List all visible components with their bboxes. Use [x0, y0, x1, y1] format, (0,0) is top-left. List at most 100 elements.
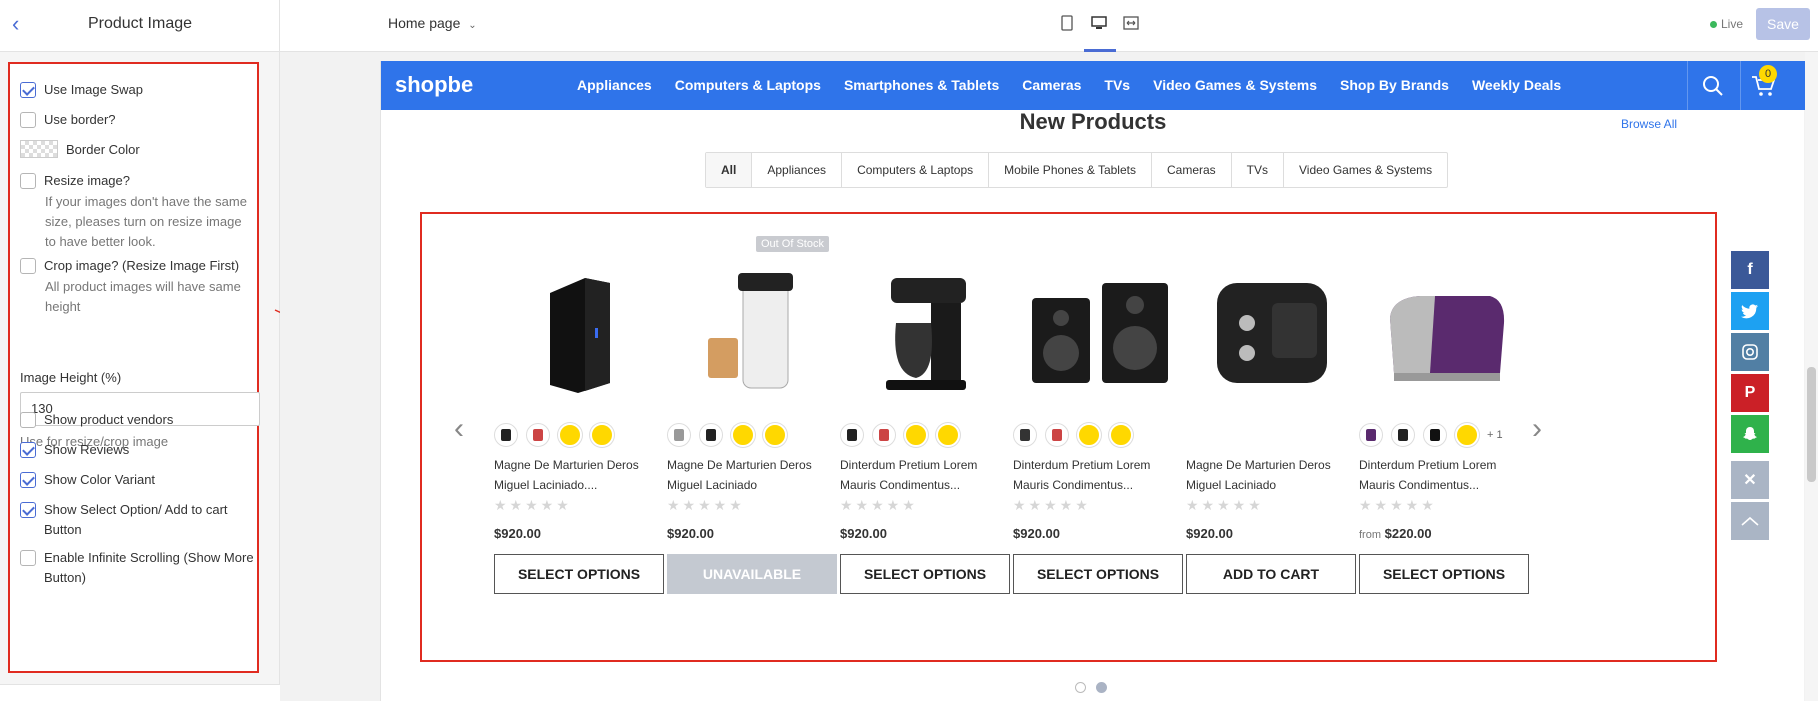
- store-logo[interactable]: shopbe: [395, 72, 473, 98]
- swatch[interactable]: [840, 423, 864, 447]
- product-card[interactable]: Magne De Marturien Deros Miguel Laciniad…: [1186, 214, 1362, 659]
- product-image[interactable]: [500, 258, 660, 408]
- swatch[interactable]: [1391, 423, 1415, 447]
- product-name[interactable]: Magne De Marturien Deros Miguel Laciniad…: [1186, 455, 1362, 495]
- fullwidth-icon[interactable]: [1122, 14, 1140, 32]
- snapchat-icon[interactable]: [1731, 415, 1769, 453]
- swatch[interactable]: [494, 423, 518, 447]
- menu-item-appliances[interactable]: Appliances: [577, 77, 652, 93]
- page-dot-active[interactable]: [1096, 682, 1107, 693]
- product-image[interactable]: [1365, 258, 1525, 408]
- product-image[interactable]: [1192, 258, 1352, 408]
- menu-item-tvs[interactable]: TVs: [1104, 77, 1130, 93]
- use-image-swap-option[interactable]: Use Image Swap: [20, 80, 260, 100]
- product-name[interactable]: Dinterdum Pretium Lorem Mauris Condiment…: [840, 455, 1016, 495]
- show-vendors-checkbox[interactable]: [20, 412, 36, 428]
- swatch[interactable]: [1013, 423, 1037, 447]
- select-options-button[interactable]: SELECT OPTIONS: [1013, 554, 1183, 594]
- resize-image-checkbox[interactable]: [20, 173, 36, 189]
- show-select-option-option[interactable]: Show Select Option/ Add to cart Button: [20, 500, 260, 540]
- swatch[interactable]: [1423, 423, 1447, 447]
- infinite-scrolling-option[interactable]: Enable Infinite Scrolling (Show More But…: [20, 548, 260, 588]
- resize-image-option[interactable]: Resize image?: [20, 171, 260, 191]
- chevron-left-icon[interactable]: ‹: [454, 412, 464, 446]
- product-name[interactable]: Magne De Marturien Deros Miguel Laciniad…: [494, 455, 670, 495]
- menu-item-brands[interactable]: Shop By Brands: [1340, 77, 1449, 93]
- show-reviews-checkbox[interactable]: [20, 442, 36, 458]
- chevron-up-icon[interactable]: [1731, 502, 1769, 540]
- use-border-checkbox[interactable]: [20, 112, 36, 128]
- swatch-yellow[interactable]: [558, 423, 582, 447]
- mobile-icon[interactable]: [1058, 14, 1076, 32]
- product-card[interactable]: Dinterdum Pretium Lorem Mauris Condiment…: [1013, 214, 1189, 659]
- product-card[interactable]: Out Of Stock Magne De Marturien Deros Mi…: [667, 214, 843, 659]
- tab-tvs[interactable]: TVs: [1232, 153, 1285, 187]
- product-name[interactable]: Dinterdum Pretium Lorem Mauris Condiment…: [1359, 455, 1535, 495]
- tab-mobile-phones[interactable]: Mobile Phones & Tablets: [989, 153, 1152, 187]
- show-reviews-option[interactable]: Show Reviews: [20, 440, 260, 460]
- show-color-variant-option[interactable]: Show Color Variant: [20, 470, 260, 490]
- product-card[interactable]: + 1 Dinterdum Pretium Lorem Mauris Condi…: [1359, 214, 1535, 659]
- border-color-option[interactable]: Border Color: [20, 140, 260, 160]
- desktop-icon[interactable]: [1090, 14, 1108, 32]
- product-card[interactable]: Dinterdum Pretium Lorem Mauris Condiment…: [840, 214, 1016, 659]
- tab-video-games[interactable]: Video Games & Systems: [1284, 153, 1447, 187]
- crop-image-checkbox[interactable]: [20, 258, 36, 274]
- swatch-yellow[interactable]: [1077, 423, 1101, 447]
- browse-all-link[interactable]: Browse All: [1621, 117, 1677, 131]
- menu-item-weekly-deals[interactable]: Weekly Deals: [1472, 77, 1561, 93]
- tab-appliances[interactable]: Appliances: [752, 153, 843, 187]
- preview-scrollbar[interactable]: [1805, 52, 1818, 701]
- page-dot[interactable]: [1075, 682, 1086, 693]
- border-color-swatch[interactable]: [20, 140, 58, 158]
- pinterest-icon[interactable]: P: [1731, 374, 1769, 412]
- product-image[interactable]: [846, 258, 1006, 408]
- tab-cameras[interactable]: Cameras: [1152, 153, 1232, 187]
- use-image-swap-checkbox[interactable]: [20, 82, 36, 98]
- select-options-button[interactable]: SELECT OPTIONS: [840, 554, 1010, 594]
- save-button[interactable]: Save: [1756, 8, 1810, 40]
- swatch[interactable]: [872, 423, 896, 447]
- menu-item-video-games[interactable]: Video Games & Systems: [1153, 77, 1317, 93]
- product-name[interactable]: Magne De Marturien Deros Miguel Laciniad…: [667, 455, 843, 495]
- menu-item-smartphones[interactable]: Smartphones & Tablets: [844, 77, 999, 93]
- twitter-icon[interactable]: [1731, 292, 1769, 330]
- tab-computers[interactable]: Computers & Laptops: [842, 153, 990, 187]
- swatch-yellow[interactable]: [904, 423, 928, 447]
- swatch[interactable]: [667, 423, 691, 447]
- instagram-icon[interactable]: [1731, 333, 1769, 371]
- facebook-icon[interactable]: f: [1731, 251, 1769, 289]
- page-select[interactable]: Home page ⌄: [388, 15, 477, 31]
- swatch[interactable]: [1359, 423, 1383, 447]
- swatch-yellow[interactable]: [1109, 423, 1133, 447]
- tab-all[interactable]: All: [706, 153, 753, 187]
- crop-image-option[interactable]: Crop image? (Resize Image First): [20, 256, 260, 276]
- show-color-variant-checkbox[interactable]: [20, 472, 36, 488]
- swatch[interactable]: [699, 423, 723, 447]
- select-options-button[interactable]: SELECT OPTIONS: [1359, 554, 1529, 594]
- menu-item-cameras[interactable]: Cameras: [1022, 77, 1081, 93]
- show-select-option-checkbox[interactable]: [20, 502, 36, 518]
- use-border-option[interactable]: Use border?: [20, 110, 260, 130]
- swatch-yellow[interactable]: [590, 423, 614, 447]
- swatch[interactable]: [526, 423, 550, 447]
- unavailable-button[interactable]: UNAVAILABLE: [667, 554, 837, 594]
- swatch-yellow[interactable]: [763, 423, 787, 447]
- add-to-cart-button[interactable]: ADD TO CART: [1186, 554, 1356, 594]
- product-image[interactable]: [673, 258, 833, 408]
- show-vendors-option[interactable]: Show product vendors: [20, 410, 260, 430]
- search-icon[interactable]: [1702, 75, 1724, 97]
- menu-item-computers[interactable]: Computers & Laptops: [675, 77, 821, 93]
- swatch[interactable]: [1045, 423, 1069, 447]
- swatch-yellow[interactable]: [936, 423, 960, 447]
- swatch-yellow[interactable]: [1455, 423, 1479, 447]
- close-icon[interactable]: ✕: [1731, 461, 1769, 499]
- swatch-yellow[interactable]: [731, 423, 755, 447]
- product-image[interactable]: [1019, 258, 1179, 408]
- scrollbar-thumb[interactable]: [1807, 367, 1816, 482]
- infinite-scrolling-checkbox[interactable]: [20, 550, 36, 566]
- product-name[interactable]: Dinterdum Pretium Lorem Mauris Condiment…: [1013, 455, 1189, 495]
- more-swatches[interactable]: + 1: [1487, 429, 1503, 441]
- product-card[interactable]: Magne De Marturien Deros Miguel Laciniad…: [494, 214, 670, 659]
- select-options-button[interactable]: SELECT OPTIONS: [494, 554, 664, 594]
